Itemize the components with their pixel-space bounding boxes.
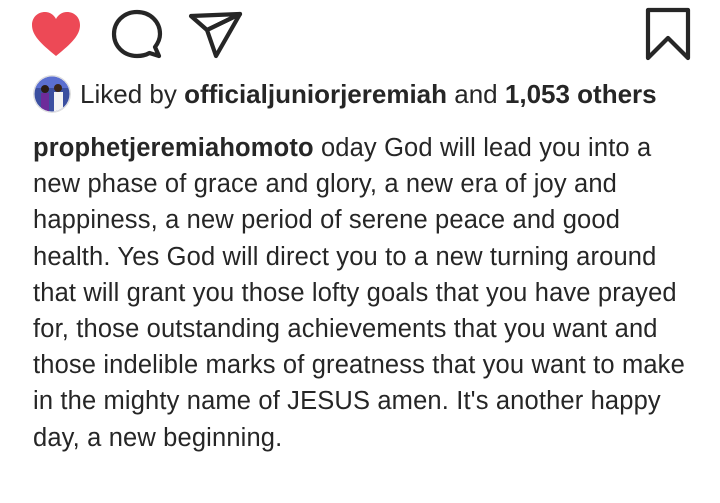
likes-prefix: Liked by xyxy=(80,78,177,109)
action-bar xyxy=(0,0,720,70)
post-footer: Liked by officialjuniorjeremiah and 1,05… xyxy=(0,0,720,503)
avatar-image xyxy=(33,75,71,113)
liked-by-username[interactable]: officialjuniorjeremiah xyxy=(184,79,447,110)
avatar[interactable] xyxy=(33,75,71,113)
bookmark-icon xyxy=(645,7,691,61)
likes-others-count[interactable]: 1,053 others xyxy=(505,79,657,110)
comment-icon xyxy=(111,9,163,59)
caption-text: oday God will lead you into a new phase … xyxy=(33,134,685,452)
comment-button[interactable] xyxy=(110,8,164,62)
post-caption: prophetjeremiahomoto oday God will lead … xyxy=(33,130,703,456)
caption-username[interactable]: prophetjeremiahomoto xyxy=(33,134,314,162)
likes-summary: Liked by officialjuniorjeremiah and 1,05… xyxy=(33,74,657,114)
likes-joiner: and xyxy=(454,78,498,109)
paper-plane-icon xyxy=(188,11,243,59)
share-button[interactable] xyxy=(188,10,244,60)
like-button[interactable] xyxy=(30,10,82,58)
save-button[interactable] xyxy=(642,6,694,62)
heart-filled-icon xyxy=(32,12,80,56)
